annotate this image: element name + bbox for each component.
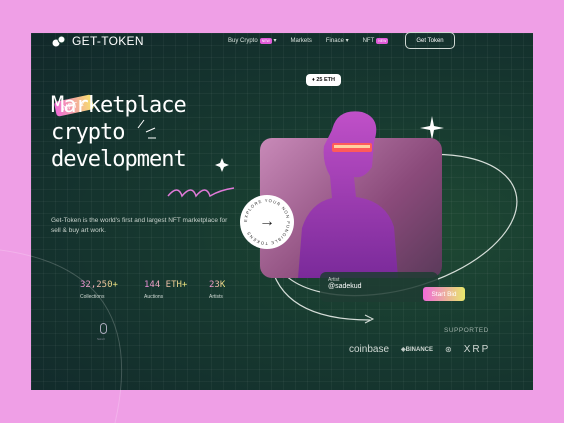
stat-label: Auctions bbox=[144, 294, 164, 300]
price-tag: ♦ 25 ETH bbox=[306, 74, 341, 86]
svg-text:EXPLORE YOUR NON FUNGIBLE TOKE: EXPLORE YOUR NON FUNGIBLE TOKENS bbox=[243, 198, 291, 246]
circle-logo-icon: ⊛ bbox=[445, 345, 452, 354]
price-value: 25 ETH bbox=[316, 77, 335, 83]
sparkle-icon bbox=[420, 116, 444, 140]
stat-value: 144 ETH+ bbox=[144, 280, 188, 290]
artist-handle[interactable]: @sadekud bbox=[328, 283, 430, 290]
title-line: Marketplace bbox=[51, 93, 187, 118]
statue-artwork[interactable] bbox=[292, 100, 402, 278]
stat-value: 32,250+ bbox=[80, 280, 118, 290]
partner-logos: coinbase ◈BINANCE ⊛ XRP bbox=[349, 344, 490, 355]
xrp-logo: XRP bbox=[463, 344, 491, 355]
title-line: development bbox=[51, 147, 187, 172]
explore-circular-text: EXPLORE YOUR NON FUNGIBLE TOKENS bbox=[243, 198, 291, 246]
artist-card: Artist @sadekud bbox=[320, 272, 438, 302]
title-line: crypto bbox=[51, 120, 125, 145]
start-bid-button[interactable]: Start Bid bbox=[423, 287, 465, 301]
stat-label: Collections bbox=[80, 294, 105, 300]
explore-button[interactable]: EXPLORE YOUR NON FUNGIBLE TOKENS → bbox=[240, 195, 294, 249]
hero-description: Get-Token is the world's first and large… bbox=[51, 217, 228, 234]
scroll-mouse-icon[interactable] bbox=[100, 323, 107, 334]
sparkle-icon bbox=[215, 158, 229, 172]
stat-collections: 32,250+ Collections bbox=[80, 280, 118, 300]
explore-text: EXPLORE YOUR NON FUNGIBLE TOKENS bbox=[243, 198, 290, 246]
scroll-label: Scroll bbox=[97, 337, 105, 341]
stat-value: 23K bbox=[209, 280, 226, 290]
supported-label: SUPPORTED bbox=[444, 327, 489, 334]
stat-auctions: 144 ETH+ Auctions bbox=[144, 280, 187, 300]
ethereum-icon: ♦ bbox=[312, 77, 315, 83]
binance-logo: ◈BINANCE bbox=[401, 347, 433, 353]
stat-label: Artists bbox=[209, 294, 223, 300]
binance-text: BINANCE bbox=[405, 347, 433, 353]
coinbase-logo: coinbase bbox=[349, 344, 390, 355]
page-title: Marketplace crypto development bbox=[51, 92, 187, 173]
stat-artists: 23K Artists bbox=[209, 280, 225, 300]
